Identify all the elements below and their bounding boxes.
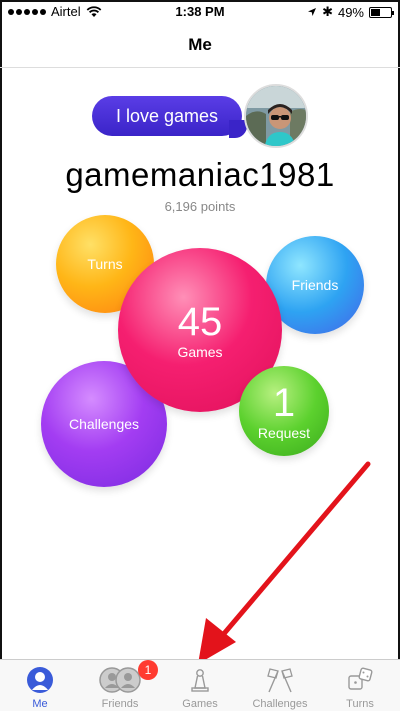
status-message-bubble[interactable]: I love games bbox=[92, 96, 242, 136]
bluetooth-icon: ✱ bbox=[322, 4, 333, 19]
battery-icon bbox=[369, 6, 394, 18]
tab-turns[interactable]: Turns bbox=[320, 660, 400, 711]
tab-friends-label: Friends bbox=[101, 698, 139, 710]
turns-label: Turns bbox=[87, 256, 123, 272]
person-icon bbox=[27, 667, 53, 693]
battery-percent: 49% bbox=[337, 4, 364, 20]
username: gamemaniac1981 bbox=[65, 156, 335, 193]
battery-level bbox=[371, 8, 380, 16]
friends-notification-badge: 1 bbox=[138, 660, 158, 680]
location-arrow-icon bbox=[308, 8, 317, 16]
friends-label: Friends bbox=[291, 277, 339, 293]
dice-icon bbox=[348, 667, 373, 690]
request-bubble[interactable]: 1 Request bbox=[239, 366, 329, 456]
challenges-label: Challenges bbox=[68, 416, 140, 432]
request-label: Request bbox=[257, 425, 311, 441]
navigation-bar: Me bbox=[0, 22, 400, 68]
pawn-icon bbox=[191, 669, 209, 692]
friends-icon bbox=[99, 667, 141, 693]
tab-me-label: Me bbox=[32, 698, 48, 710]
tab-games[interactable]: Games bbox=[160, 660, 240, 711]
games-label: Games bbox=[177, 344, 223, 360]
tab-me[interactable]: Me bbox=[0, 660, 80, 711]
tab-turns-label: Turns bbox=[346, 698, 374, 710]
tab-games-label: Games bbox=[182, 698, 218, 710]
avatar[interactable] bbox=[244, 84, 308, 148]
points-label: 6,196 points bbox=[164, 199, 236, 214]
tab-challenges[interactable]: Challenges bbox=[240, 660, 320, 711]
flags-icon bbox=[267, 668, 293, 693]
games-count: 45 bbox=[177, 300, 223, 344]
tab-bar: Me Friends Games Challenges Turns bbox=[0, 659, 400, 711]
status-bar: Airtel 1:38 PM ✱ 49% bbox=[0, 0, 400, 22]
page-title: Me bbox=[188, 35, 212, 54]
tab-challenges-label: Challenges bbox=[252, 698, 308, 710]
request-count: 1 bbox=[272, 381, 296, 425]
